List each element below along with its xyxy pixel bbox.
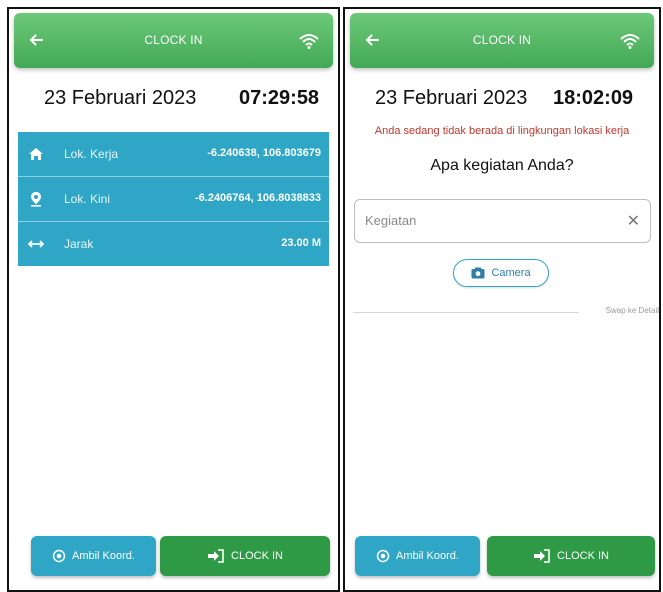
target-icon — [376, 549, 390, 563]
kegiatan-input[interactable] — [363, 212, 607, 229]
left-phone-screen: CLOCK IN 23 Februari 2023 07:29:58 Lok. … — [7, 7, 340, 592]
info-row-jarak: Jarak 23.00 M — [18, 222, 329, 266]
kegiatan-field[interactable]: ✕ — [354, 199, 651, 243]
clock-in-button[interactable]: CLOCK IN — [487, 536, 655, 576]
location-pin-icon — [31, 192, 41, 207]
clock-in-button[interactable]: CLOCK IN — [160, 536, 330, 576]
current-date: 23 Februari 2023 — [375, 87, 528, 109]
activity-question: Apa kegiatan Anda? — [430, 157, 574, 174]
ambil-koord-button[interactable]: Ambil Koord. — [31, 536, 156, 576]
sign-in-icon — [534, 549, 550, 563]
wifi-icon — [620, 34, 640, 49]
info-label: Lok. Kerja — [64, 147, 119, 161]
ambil-koord-button[interactable]: Ambil Koord. — [355, 536, 480, 576]
clock-in-label: CLOCK IN — [557, 550, 609, 562]
info-row-lok-kini: Lok. Kini -6.2406764, 106.8038833 — [18, 177, 329, 222]
ambil-koord-label: Ambil Koord. — [72, 550, 135, 562]
location-warning: Anda sedang tidak berada di lingkungan l… — [374, 125, 630, 137]
app-header: CLOCK IN — [350, 13, 654, 68]
camera-icon — [471, 267, 485, 279]
info-value: -6.2406764, 106.8038833 — [194, 192, 321, 204]
target-icon — [52, 549, 66, 563]
info-value: -6.240638, 106.803679 — [207, 147, 321, 159]
location-info-panel: Lok. Kerja -6.240638, 106.803679 Lok. Ki… — [18, 132, 329, 266]
home-icon — [29, 148, 43, 160]
swap-detail-link[interactable]: Swap ke Detail — [606, 306, 659, 315]
clock-in-label: CLOCK IN — [231, 550, 283, 562]
info-label: Jarak — [64, 237, 94, 251]
distance-arrows-icon — [28, 240, 44, 248]
header-title: CLOCK IN — [144, 33, 203, 47]
right-phone-screen: CLOCK IN 23 Februari 2023 18:02:09 Anda … — [343, 7, 661, 592]
swap-divider — [353, 312, 579, 313]
header-title: CLOCK IN — [472, 33, 532, 47]
camera-button[interactable]: Camera — [453, 259, 549, 287]
wifi-icon — [299, 34, 319, 49]
current-time: 18:02:09 — [553, 87, 634, 109]
app-header: CLOCK IN — [14, 13, 333, 68]
current-time: 07:29:58 — [239, 87, 320, 109]
camera-label: Camera — [491, 267, 531, 279]
clear-icon[interactable]: ✕ — [627, 211, 640, 231]
sign-in-icon — [208, 549, 224, 563]
info-value: 23.00 M — [281, 237, 321, 249]
info-row-lok-kerja: Lok. Kerja -6.240638, 106.803679 — [18, 132, 329, 177]
ambil-koord-label: Ambil Koord. — [396, 550, 459, 562]
current-date: 23 Februari 2023 — [44, 87, 197, 109]
info-label: Lok. Kini — [64, 192, 111, 206]
